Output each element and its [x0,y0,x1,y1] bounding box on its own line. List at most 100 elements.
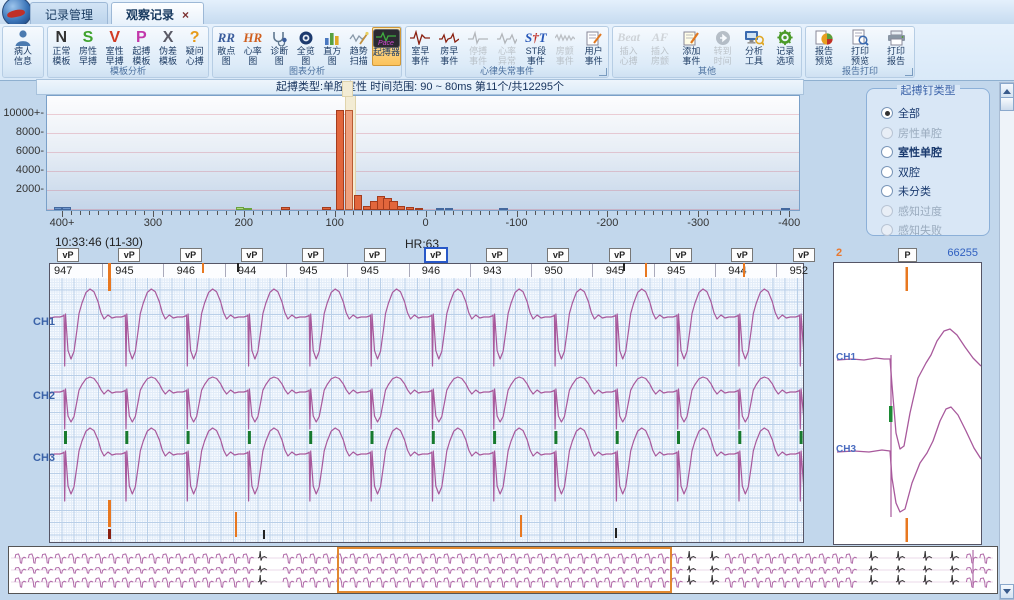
scrollbar-thumb[interactable] [1000,97,1014,111]
scroll-down-button[interactable] [1000,584,1014,599]
print-preview-button[interactable]: 打印 预览 [842,27,878,66]
pacing-option-3[interactable]: 双腔 [881,164,920,180]
pacemaker-button[interactable]: Pace起搏器 [372,27,401,66]
ventricular-premature-button[interactable]: V室性 早搏 [101,27,128,66]
tab-close-icon[interactable]: × [182,8,189,22]
x-axis-tick [489,211,490,215]
dialog-launcher-icon[interactable] [905,68,913,76]
histogram-bar[interactable] [345,110,354,210]
patient-info-button[interactable]: 病人 信息 [3,27,43,66]
ecg-grid[interactable] [50,278,803,542]
strip-selection-rect[interactable] [337,547,672,593]
record-options-button[interactable]: 记录 选项 [770,27,801,66]
beat-annotation-box[interactable]: vP [118,248,140,262]
radio-icon [881,185,893,197]
pac-event-button[interactable]: 房早 事件 [435,27,464,66]
goto-time-button[interactable]: 转到 时间 [707,27,738,66]
x-axis-tick [571,211,572,215]
histogram-bar[interactable] [436,208,445,211]
beat-annotation-box[interactable]: vP [241,248,263,262]
rr-interval-value: 945 [667,265,685,277]
histogram-bar[interactable] [397,206,406,210]
histogram-bar[interactable] [244,208,253,211]
question-beat-button[interactable]: ?疑问 心搏 [181,27,208,66]
button-label: 室性 早搏 [106,47,124,66]
vertical-scrollbar[interactable] [999,82,1014,600]
x-axis-tick [707,211,708,215]
tab-record-manage[interactable]: 记录管理 [30,2,108,24]
rr-interval-row: 947945946944945945946943950945945944952 [50,264,803,279]
beat-annotation-box[interactable]: vP [180,248,202,262]
histogram-chart-button[interactable]: 直方图 [319,27,346,66]
button-label: 心率图 [240,47,267,66]
ecg-viewer[interactable]: 947945946944945945946943950945945944952 [49,263,804,543]
beat-annotation-box[interactable]: vP [424,247,448,263]
beat-annotation-box[interactable]: vP [364,248,386,262]
diagnosis-chart-button[interactable]: 诊断图 [266,27,293,66]
beat-annotation-box[interactable]: vP [547,248,569,262]
app-logo[interactable] [2,0,32,27]
report-preview-button[interactable]: 报告 预览 [806,27,842,66]
artifact-template-button[interactable]: X伪差 模板 [155,27,182,66]
pacing-option-5[interactable]: 感知过度 [881,203,942,219]
heart-rate-chart-button[interactable]: HR心率图 [240,27,267,66]
group-label: 报告打印 [806,66,914,77]
insert-af-button[interactable]: AF插入 房颤 [644,27,675,66]
hr-abnormal-event-button[interactable]: 心率 异常 [493,27,522,66]
normal-template-button[interactable]: N正常 模板 [48,27,75,66]
holter-analysis-window: 记录管理观察记录× 病人 信息N正常 模板S房性 早搏V室性 早搏P起搏 模板X… [0,0,1014,600]
user-event-button[interactable]: 用户 事件 [579,27,608,66]
paced-template-button[interactable]: P起搏 模板 [128,27,155,66]
histogram-bar[interactable] [445,208,454,210]
beat-annotation-box[interactable]: vP [57,248,79,262]
histogram-bar[interactable] [354,195,363,210]
tab-observe-record[interactable]: 观察记录× [111,2,204,24]
x-axis-tick [362,211,363,215]
beat-annotation-box[interactable]: vP [793,248,815,262]
rr-cell-separator [286,264,287,277]
pac-event-icon [439,28,459,47]
histogram-bar[interactable] [322,207,331,210]
analysis-tools-button[interactable]: 分析 工具 [738,27,769,66]
insert-beat-button[interactable]: Beat插入 心搏 [613,27,644,66]
st-event-button[interactable]: S†TST段 事件 [521,27,550,66]
beat-annotation-box[interactable]: vP [486,248,508,262]
pacing-option-6[interactable]: 感知失败 [881,222,942,238]
histogram-chart-icon [323,28,341,47]
histogram-bar[interactable] [281,207,290,210]
beat-annotation-box[interactable]: vP [670,248,692,262]
histogram-bar[interactable] [499,208,508,211]
pacing-option-2[interactable]: 室性单腔 [881,144,942,160]
histogram-bar[interactable] [62,207,71,210]
histogram-bar[interactable] [336,110,345,210]
histogram-title: 起搏类型:单腔室性 时间范围: 90 ~ 80ms 第11个/共12295个 [36,79,804,95]
pvc-event-button[interactable]: 室早 事件 [406,27,435,66]
pause-event-button[interactable]: 停搏 事件 [464,27,493,66]
print-report-button[interactable]: 打印 报告 [878,27,914,66]
heart-rate-chart-icon: HR [243,28,262,47]
rr-scatter-button[interactable]: RR散点图 [213,27,240,66]
overview-chart-button[interactable]: 全览图 [293,27,320,66]
beat-detail-panel[interactable] [833,262,982,545]
histogram-bar[interactable] [781,208,790,211]
pacing-option-4[interactable]: 未分类 [881,183,931,199]
histogram-plot[interactable] [46,95,800,211]
pacing-option-1[interactable]: 房性单腔 [881,125,942,141]
x-axis-tick [589,211,590,215]
add-event-button[interactable]: 添加 事件 [676,27,707,66]
question-beat-icon: ? [190,28,200,47]
group-label: 模板分析 [48,66,208,77]
atrial-premature-button[interactable]: S房性 早搏 [75,27,102,66]
histogram-bar[interactable] [406,207,415,210]
trend-scan-button[interactable]: 趋势 扫描 [346,27,373,66]
beat-annotation-box[interactable]: vP [731,248,753,262]
dialog-launcher-icon[interactable] [599,68,607,76]
af-event-button[interactable]: 房颤 事件 [550,27,579,66]
button-label: 打印 报告 [887,47,905,66]
x-axis-tick [398,211,399,215]
scroll-up-button[interactable] [1000,83,1014,98]
histogram-bar[interactable] [415,208,424,210]
beat-annotation-box[interactable]: vP [609,248,631,262]
beat-annotation-box[interactable]: vP [302,248,324,262]
pacing-option-0[interactable]: 全部 [881,105,920,121]
